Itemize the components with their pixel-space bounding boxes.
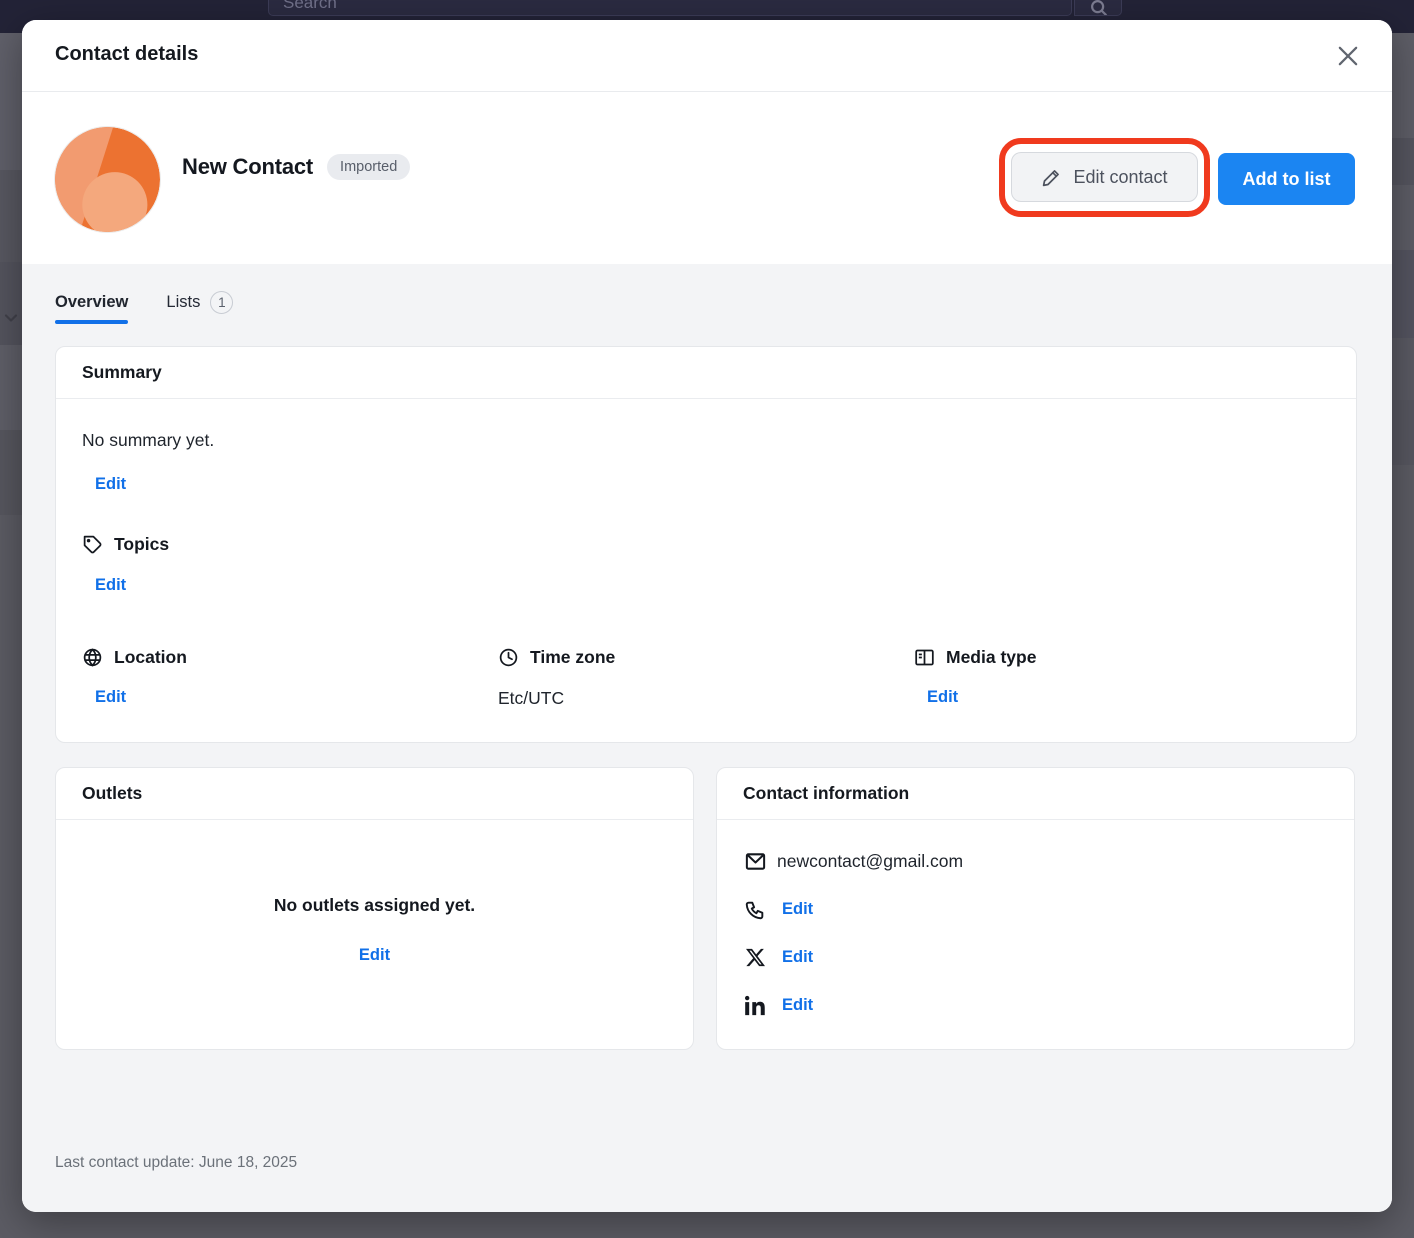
lists-count-badge: 1 [210,291,233,314]
topics-section-header: Topics [82,534,1330,555]
contact-details-modal: Contact details New Contact Imported [22,20,1392,1212]
modal-header: Contact details [22,20,1392,92]
timezone-value: Etc/UTC [498,688,914,709]
x-twitter-icon [743,948,767,967]
topics-edit-link[interactable]: Edit [95,576,126,595]
modal-title: Contact details [55,43,198,66]
summary-card: Summary No summary yet. Edit Topics Edit [55,346,1357,743]
contact-info-rows: newcontact@gmail.com Edit [717,820,1354,1017]
timezone-column: Time zone Etc/UTC [498,647,914,709]
topics-label: Topics [114,534,169,555]
media-type-header: Media type [914,647,1330,668]
tab-bar: Overview Lists 1 [55,291,233,326]
tag-icon [82,534,103,555]
search-submit-button[interactable] [1074,0,1122,16]
email-value: newcontact@gmail.com [777,851,963,872]
outlets-edit-link[interactable]: Edit [359,946,390,965]
outlets-card: Outlets No outlets assigned yet. Edit [55,767,694,1050]
summary-columns: Location Edit Time zone [82,647,1330,709]
media-type-column: Media type Edit [914,647,1330,709]
overlay-left [0,33,22,1238]
overlay-right [1392,33,1414,1238]
close-icon [1334,42,1366,70]
media-type-label: Media type [946,647,1036,668]
modal-body: Overview Lists 1 Summary No summary yet.… [22,264,1392,1212]
summary-edit-link[interactable]: Edit [95,475,126,494]
tab-lists[interactable]: Lists 1 [166,291,233,326]
search-input[interactable]: Search [268,0,1072,16]
outlets-card-header: Outlets [56,768,693,820]
outlets-empty-text: No outlets assigned yet. [56,895,693,916]
edit-contact-button[interactable]: Edit contact [1011,152,1198,202]
email-row: newcontact@gmail.com [743,850,1328,873]
close-button[interactable] [1334,40,1366,72]
x-row: Edit [743,946,1328,969]
phone-row: Edit [743,898,1328,921]
add-to-list-label: Add to list [1243,169,1331,190]
contact-info-card: Contact information newcontact@gmail.com [716,767,1355,1050]
phone-icon [743,899,767,921]
location-label: Location [114,647,187,668]
summary-card-header: Summary [56,347,1356,399]
outlets-body: No outlets assigned yet. Edit [56,895,693,965]
phone-edit-link[interactable]: Edit [782,900,813,919]
linkedin-row: Edit [743,994,1328,1017]
outlets-title: Outlets [82,783,142,804]
add-to-list-button[interactable]: Add to list [1218,153,1355,205]
pencil-icon [1041,167,1062,188]
contact-info-title: Contact information [743,783,909,804]
imported-badge: Imported [327,154,410,180]
location-edit-link[interactable]: Edit [95,688,126,707]
overlay-bottom [22,1212,1392,1238]
envelope-icon [743,850,767,873]
timezone-label: Time zone [530,647,615,668]
last-update-note: Last contact update: June 18, 2025 [55,1154,297,1172]
linkedin-icon [743,995,767,1016]
x-edit-link[interactable]: Edit [782,948,813,967]
media-type-edit-link[interactable]: Edit [927,688,958,707]
globe-icon [82,647,103,668]
summary-empty-text: No summary yet. [82,430,1330,451]
summary-title: Summary [82,362,162,383]
newspaper-icon [914,647,935,668]
contact-name: New Contact [182,154,313,180]
avatar [55,127,160,232]
contact-name-row: New Contact Imported [182,154,410,180]
timezone-header: Time zone [498,647,914,668]
linkedin-edit-link[interactable]: Edit [782,996,813,1015]
edit-contact-label: Edit contact [1073,167,1167,188]
tab-overview[interactable]: Overview [55,293,128,324]
contact-info-card-header: Contact information [717,768,1354,820]
search-placeholder: Search [283,0,337,13]
location-header: Location [82,647,498,668]
clock-icon [498,647,519,668]
chevron-down-icon [1,308,21,328]
contact-hero: New Contact Imported Edit contact Add to… [22,92,1392,264]
location-column: Location Edit [82,647,498,709]
tab-lists-label: Lists [166,293,200,312]
summary-body: No summary yet. Edit Topics Edit [56,399,1356,709]
